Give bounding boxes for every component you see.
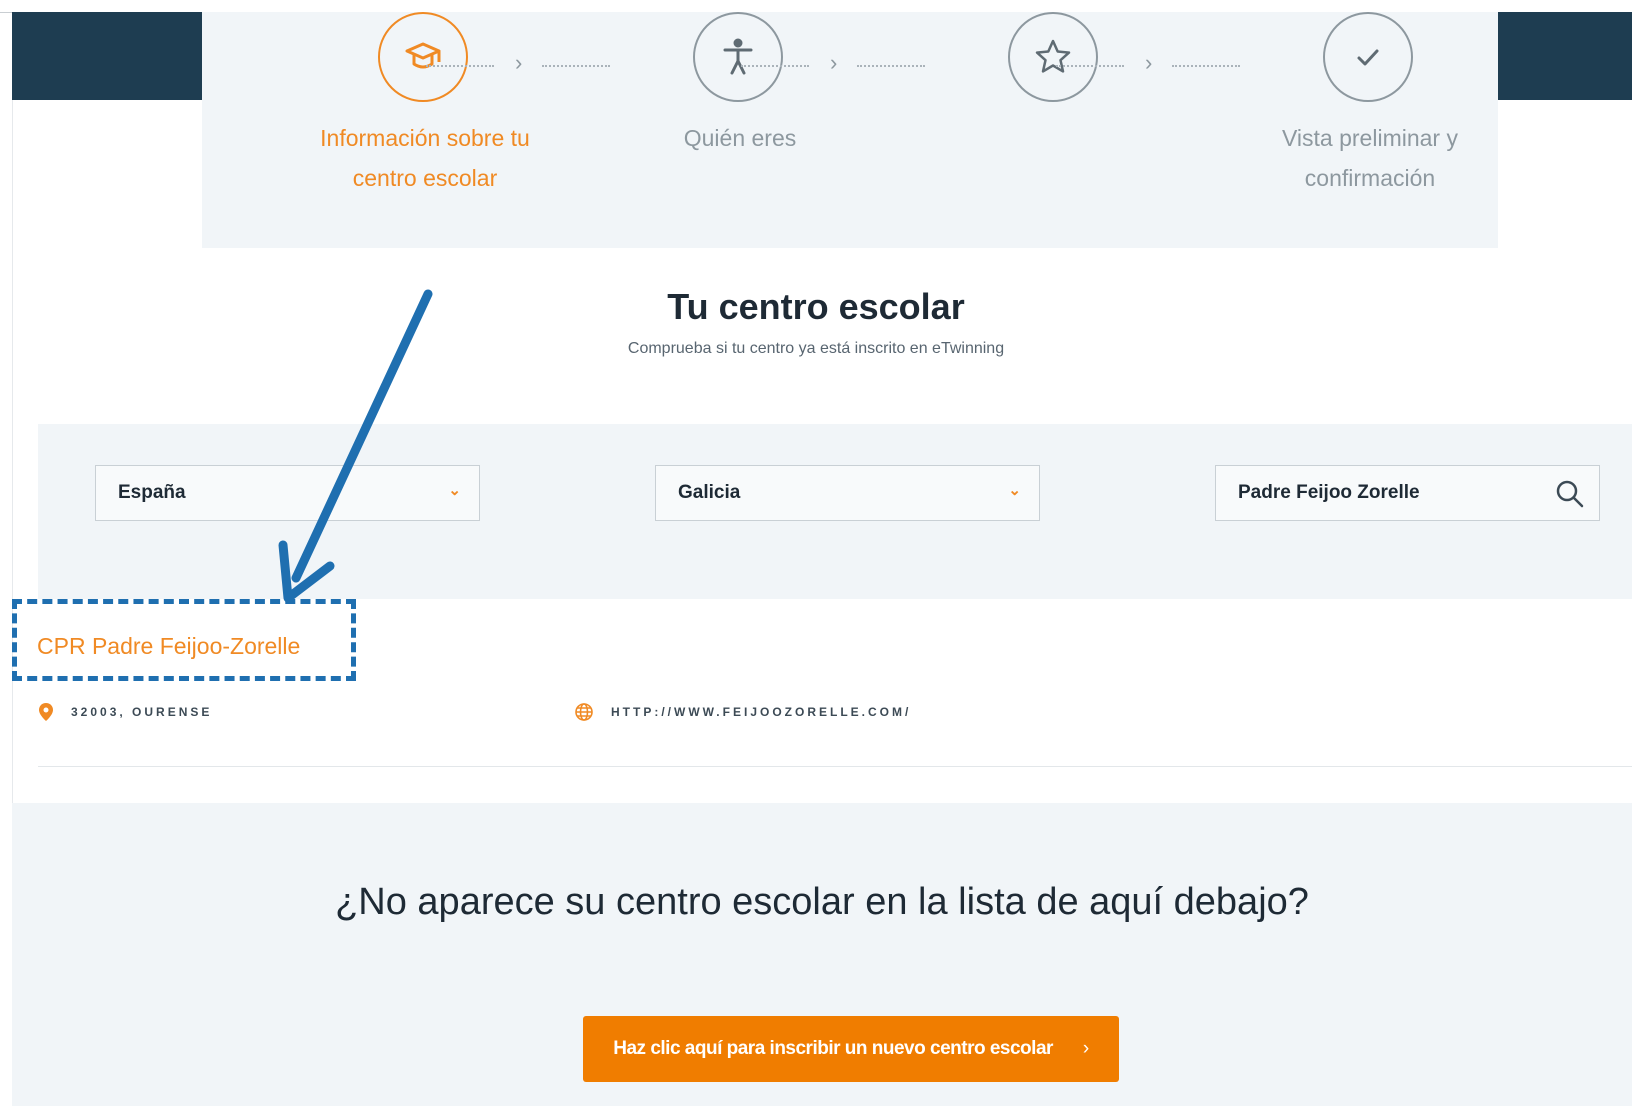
annotation-arrow bbox=[278, 289, 433, 603]
